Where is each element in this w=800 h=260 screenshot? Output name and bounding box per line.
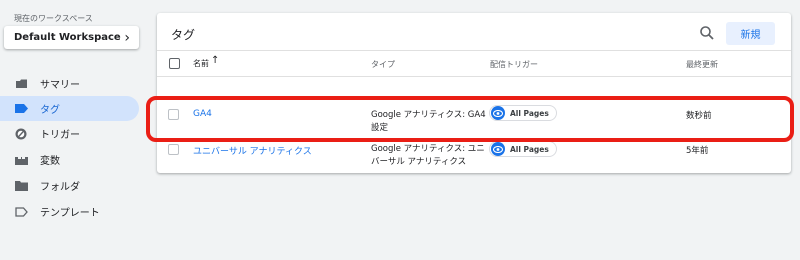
sort-ascending-icon[interactable]: ↑ (211, 55, 219, 66)
tag-name-link[interactable]: GA4 (193, 109, 212, 119)
page-title: タグ (171, 28, 196, 42)
sidebar-item-folders[interactable]: フォルダ (0, 173, 139, 198)
trigger-chip[interactable]: All Pages (489, 105, 557, 121)
tags-card: タグ 新規 名前 ↑ タイプ 配信トリガー 最終更新 GA4 Google アナ… (157, 13, 791, 173)
divider (157, 76, 791, 77)
folder-icon (14, 179, 28, 193)
sidebar-item-label: テンプレート (40, 208, 100, 219)
search-icon[interactable] (699, 25, 715, 41)
summary-icon (14, 77, 28, 91)
select-all-checkbox[interactable] (169, 58, 180, 69)
sidebar-item-templates[interactable]: テンプレート (0, 199, 139, 224)
row-checkbox[interactable] (168, 109, 179, 120)
chevron-right-icon: › (124, 29, 130, 46)
template-icon (14, 205, 28, 219)
new-button[interactable]: 新規 (726, 22, 775, 45)
trigger-icon (14, 127, 28, 141)
eye-icon (491, 106, 505, 120)
sidebar-item-label: サマリー (40, 80, 80, 91)
column-header-name[interactable]: 名前 (193, 58, 209, 69)
trigger-chip[interactable]: All Pages (489, 141, 557, 157)
trigger-chip-label: All Pages (510, 144, 549, 154)
column-header-type: タイプ (371, 60, 395, 69)
sidebar-item-label: 変数 (40, 156, 60, 167)
divider (157, 50, 791, 51)
eye-icon (491, 142, 505, 156)
workspace-name: Default Workspace (14, 32, 121, 43)
workspace-selector[interactable]: Default Workspace › (4, 26, 139, 49)
column-header-updated: 最終更新 (686, 60, 718, 69)
sidebar-item-triggers[interactable]: トリガー (0, 121, 139, 146)
row-checkbox[interactable] (168, 144, 179, 155)
sidebar-item-variables[interactable]: 変数 (0, 147, 139, 172)
sidebar-item-label: トリガー (40, 130, 80, 141)
last-updated: 5年前 (686, 146, 709, 156)
tag-type: Google アナリティクス: GA4 設定 (371, 110, 486, 133)
tag-icon (14, 102, 28, 116)
column-header-trigger: 配信トリガー (490, 60, 538, 69)
sidebar-item-tags[interactable]: タグ (0, 96, 139, 121)
variables-icon (14, 153, 28, 167)
sidebar-item-summary[interactable]: サマリー (0, 71, 139, 96)
last-updated: 数秒前 (686, 111, 712, 121)
tag-name-link[interactable]: ユニバーサル アナリティクス (193, 144, 312, 157)
sidebar-item-label: タグ (40, 105, 60, 116)
workspace-label: 現在のワークスペース (14, 14, 93, 23)
trigger-chip-label: All Pages (510, 108, 549, 118)
sidebar-item-label: フォルダ (40, 182, 80, 193)
tag-type: Google アナリティクス: ユニバーサル アナリティクス (371, 144, 485, 167)
